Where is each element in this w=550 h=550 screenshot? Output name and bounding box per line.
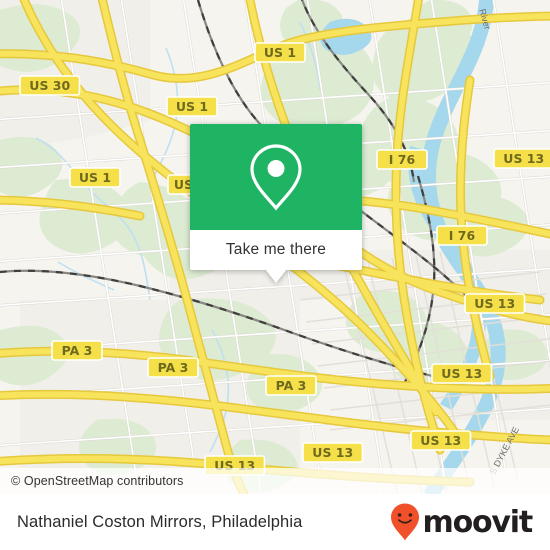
route-shield: PA 3	[51, 340, 103, 361]
route-shield: US 13	[302, 442, 364, 463]
route-shield-label: US 1	[264, 45, 296, 60]
map-pin-icon	[250, 144, 302, 211]
route-shield-label: PA 3	[62, 343, 93, 358]
route-shield: I 76	[436, 225, 488, 246]
route-shield-label: PA 3	[276, 378, 307, 393]
route-shield-label: I 76	[449, 228, 476, 243]
route-shield: I 76	[376, 149, 428, 170]
moovit-pin-icon	[390, 503, 419, 541]
route-shield: US 13	[493, 148, 550, 169]
moovit-brand[interactable]: moovit	[389, 502, 534, 542]
place-title: Nathaniel Coston Mirrors, Philadelphia	[17, 512, 303, 531]
route-shield: US 1	[254, 42, 306, 63]
route-shield-label: US 13	[474, 296, 515, 311]
take-me-there-button[interactable]: Take me there	[190, 230, 362, 270]
route-shield-label: US 13	[441, 366, 482, 381]
route-shield: US 13	[410, 430, 472, 451]
footer-bar: Nathaniel Coston Mirrors, Philadelphia m…	[0, 494, 550, 550]
route-shield: US 1	[69, 167, 121, 188]
route-shield-label: I 76	[389, 152, 416, 167]
route-shield-label: US 1	[176, 99, 208, 114]
route-shield: US 1	[166, 96, 218, 117]
route-shield-label: US 1	[79, 170, 111, 185]
route-shield-label: PA 3	[158, 360, 189, 375]
route-shield: PA 3	[265, 375, 317, 396]
route-shield-label: US 13	[312, 445, 353, 460]
popup-tail	[265, 269, 287, 283]
route-shield-label: US 13	[503, 151, 544, 166]
route-shield: US 30	[19, 75, 81, 96]
route-shield: US 13	[431, 363, 493, 384]
route-shield: US 13	[464, 293, 526, 314]
map-screenshot: S DYKE AVE River US 30 US 1 US 1 US 1 US I 76 I…	[0, 0, 550, 550]
moovit-wordmark: moovit	[422, 504, 534, 540]
popup-image-area	[190, 124, 362, 230]
route-shield: PA 3	[147, 357, 199, 378]
location-popup[interactable]: Take me there	[190, 124, 362, 283]
route-shield-label: US 13	[420, 433, 461, 448]
osm-attribution: © OpenStreetMap contributors	[0, 468, 550, 494]
route-shield-label: US 30	[29, 78, 70, 93]
